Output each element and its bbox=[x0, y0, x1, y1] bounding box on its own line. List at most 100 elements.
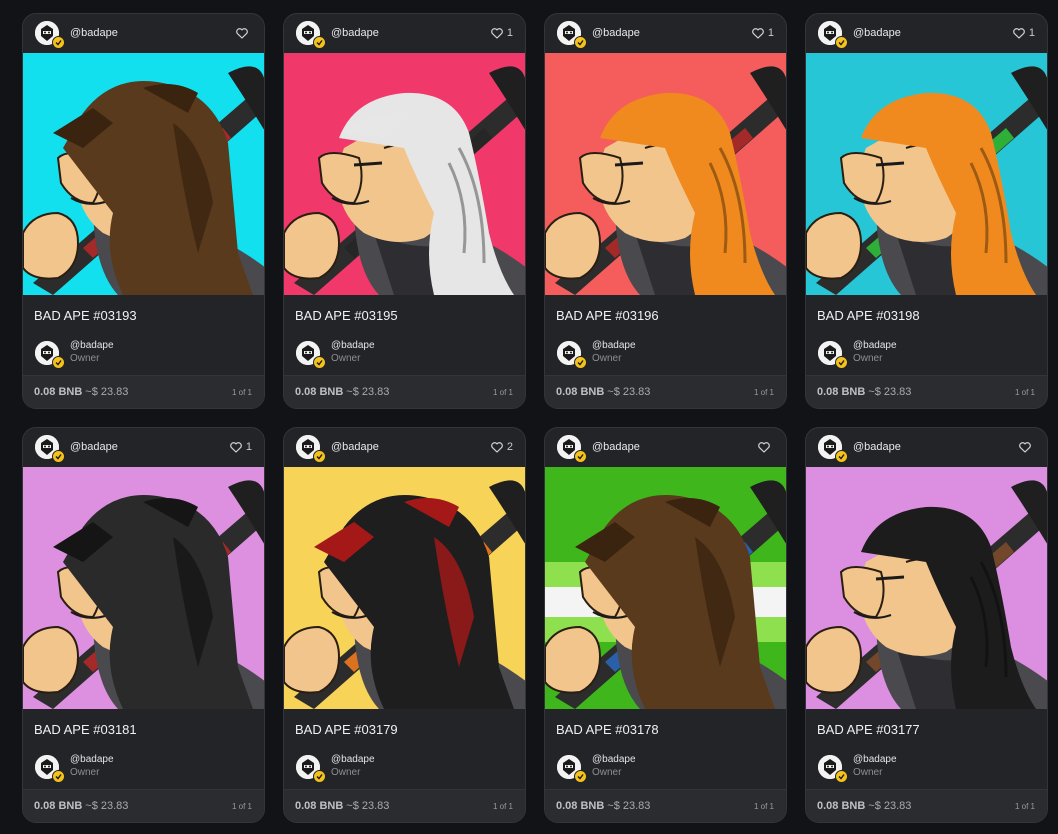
card-header: @badape bbox=[545, 428, 786, 467]
nft-grid: @badape BAD APE #03193 @badape Owner 0.0… bbox=[0, 0, 1058, 834]
ape-avatar-icon bbox=[557, 435, 587, 463]
price-bnb: 0.08 BNB bbox=[34, 386, 83, 398]
creator-handle[interactable]: @badape bbox=[331, 441, 379, 453]
heart-icon[interactable] bbox=[230, 441, 242, 453]
nft-artwork[interactable] bbox=[545, 467, 787, 709]
verified-badge-icon bbox=[52, 770, 65, 783]
creator-handle[interactable]: @badape bbox=[70, 441, 118, 453]
like-button[interactable]: 1 bbox=[230, 440, 252, 454]
nft-title[interactable]: BAD APE #03195 bbox=[295, 308, 398, 323]
creator-handle[interactable]: @badape bbox=[592, 27, 640, 39]
nft-title[interactable]: BAD APE #03181 bbox=[34, 722, 137, 737]
nft-card[interactable]: @badape 2 BAD APE #03179 @badape Owner 0… bbox=[283, 427, 526, 823]
heart-icon[interactable] bbox=[491, 441, 503, 453]
owner-label: Owner bbox=[331, 353, 361, 364]
verified-badge-icon bbox=[313, 356, 326, 369]
nft-artwork[interactable] bbox=[284, 53, 526, 295]
nft-card[interactable]: @badape 1 bbox=[283, 13, 526, 409]
nft-image[interactable] bbox=[284, 467, 526, 709]
verified-badge-icon bbox=[52, 450, 65, 463]
ape-avatar-icon bbox=[818, 21, 848, 49]
price-usd: ~$ 23.83 bbox=[607, 800, 651, 812]
heart-icon[interactable] bbox=[1019, 441, 1031, 453]
nft-image[interactable] bbox=[284, 53, 526, 295]
like-button[interactable] bbox=[1019, 440, 1035, 454]
nft-title[interactable]: BAD APE #03179 bbox=[295, 722, 398, 737]
nft-image[interactable] bbox=[806, 53, 1048, 295]
heart-icon[interactable] bbox=[758, 441, 770, 453]
card-header: @badape 1 bbox=[545, 14, 786, 53]
price-usd: ~$ 23.83 bbox=[346, 386, 390, 398]
like-count: 1 bbox=[506, 27, 513, 39]
heart-icon[interactable] bbox=[491, 27, 503, 39]
verified-badge-icon bbox=[835, 770, 848, 783]
heart-icon[interactable] bbox=[236, 27, 248, 39]
like-button[interactable]: 1 bbox=[491, 26, 513, 40]
nft-card[interactable]: @badape bbox=[22, 13, 265, 409]
creator-handle[interactable]: @badape bbox=[853, 27, 901, 39]
owner-handle[interactable]: @badape bbox=[331, 340, 375, 351]
verified-badge-icon bbox=[52, 356, 65, 369]
like-button[interactable] bbox=[236, 26, 252, 40]
card-footer: 0.08 BNB ~$ 23.83 1 of 1 bbox=[284, 375, 525, 408]
nft-title[interactable]: BAD APE #03198 bbox=[817, 308, 920, 323]
price-bnb: 0.08 BNB bbox=[295, 386, 344, 398]
heart-icon[interactable] bbox=[1013, 27, 1025, 39]
owner-handle[interactable]: @badape bbox=[70, 340, 114, 351]
verified-badge-icon bbox=[52, 36, 65, 49]
nft-image[interactable] bbox=[23, 53, 265, 295]
owner-label: Owner bbox=[331, 767, 361, 778]
card-footer: 0.08 BNB ~$ 23.83 1 of 1 bbox=[806, 375, 1047, 408]
owner-handle[interactable]: @badape bbox=[70, 754, 114, 765]
edition-count: 1 of 1 bbox=[753, 802, 774, 811]
owner-handle[interactable]: @badape bbox=[853, 754, 897, 765]
nft-title[interactable]: BAD APE #03177 bbox=[817, 722, 920, 737]
price: 0.08 BNB ~$ 23.83 bbox=[556, 800, 650, 812]
edition-count: 1 of 1 bbox=[231, 388, 252, 397]
nft-artwork[interactable] bbox=[284, 467, 526, 709]
nft-image[interactable] bbox=[806, 467, 1048, 709]
creator-handle[interactable]: @badape bbox=[592, 441, 640, 453]
ape-avatar-icon bbox=[296, 21, 326, 49]
nft-title[interactable]: BAD APE #03196 bbox=[556, 308, 659, 323]
price-bnb: 0.08 BNB bbox=[817, 386, 866, 398]
creator-handle[interactable]: @badape bbox=[853, 441, 901, 453]
owner-handle[interactable]: @badape bbox=[853, 340, 897, 351]
nft-image[interactable] bbox=[545, 467, 787, 709]
owner-handle[interactable]: @badape bbox=[592, 754, 636, 765]
like-count: 2 bbox=[506, 441, 513, 453]
owner-handle[interactable]: @badape bbox=[331, 754, 375, 765]
like-button[interactable]: 1 bbox=[1013, 26, 1035, 40]
verified-badge-icon bbox=[574, 450, 587, 463]
verified-badge-icon bbox=[313, 770, 326, 783]
nft-card[interactable]: @badape 1 bbox=[22, 427, 265, 823]
verified-badge-icon bbox=[835, 356, 848, 369]
card-footer: 0.08 BNB ~$ 23.83 1 of 1 bbox=[806, 789, 1047, 822]
nft-artwork[interactable] bbox=[545, 53, 787, 295]
nft-artwork[interactable] bbox=[806, 53, 1048, 295]
creator-handle[interactable]: @badape bbox=[331, 27, 379, 39]
nft-card[interactable]: @badape bbox=[544, 427, 787, 823]
owner-label: Owner bbox=[853, 353, 883, 364]
like-count: 1 bbox=[767, 27, 774, 39]
edition-count: 1 of 1 bbox=[1014, 388, 1035, 397]
nft-artwork[interactable] bbox=[806, 467, 1048, 709]
like-button[interactable]: 2 bbox=[491, 440, 513, 454]
nft-title[interactable]: BAD APE #03178 bbox=[556, 722, 659, 737]
nft-card[interactable]: @badape 1 bbox=[544, 13, 787, 409]
owner-handle[interactable]: @badape bbox=[592, 340, 636, 351]
like-button[interactable]: 1 bbox=[752, 26, 774, 40]
nft-artwork[interactable] bbox=[23, 53, 265, 295]
ape-avatar-icon bbox=[35, 21, 65, 49]
nft-card[interactable]: @badape 1 bbox=[805, 13, 1048, 409]
creator-handle[interactable]: @badape bbox=[70, 27, 118, 39]
edition-count: 1 of 1 bbox=[231, 802, 252, 811]
nft-artwork[interactable] bbox=[23, 467, 265, 709]
card-footer: 0.08 BNB ~$ 23.83 1 of 1 bbox=[23, 375, 264, 408]
nft-card[interactable]: @badape bbox=[805, 427, 1048, 823]
like-button[interactable] bbox=[758, 440, 774, 454]
heart-icon[interactable] bbox=[752, 27, 764, 39]
nft-title[interactable]: BAD APE #03193 bbox=[34, 308, 137, 323]
nft-image[interactable] bbox=[23, 467, 265, 709]
nft-image[interactable] bbox=[545, 53, 787, 295]
